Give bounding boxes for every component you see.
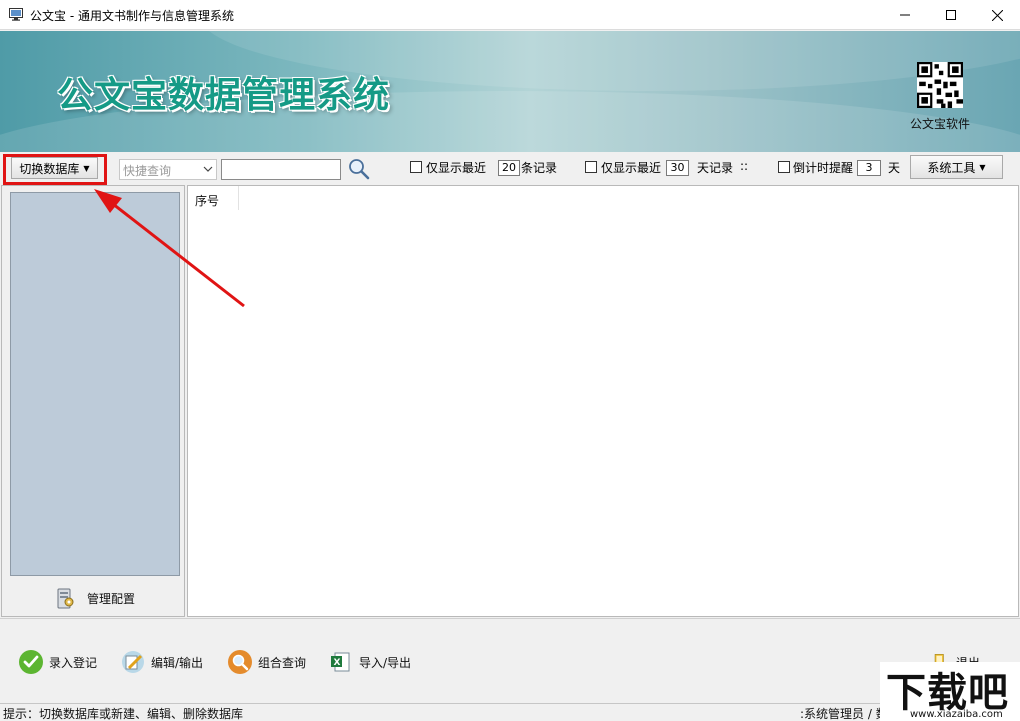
recent-days-unit: 天记录 [697,159,733,176]
qr-label: 公文宝软件 [910,115,970,132]
combo-query-button[interactable]: 组合查询 [227,649,306,675]
quick-query-placeholder: 快捷查询 [123,162,171,179]
recent-count-unit: 条记录 [521,159,557,176]
excel-icon: X [328,649,354,675]
recent-count-input[interactable]: 20 [498,160,520,176]
qr-code-icon [917,62,963,108]
watermark-url: www.xiazaiba.com [910,709,1003,720]
edit-output-label: 编辑/输出 [151,654,203,671]
countdown-unit: 天 [888,159,900,176]
toolbar: 切换数据库 ▼ 快捷查询 仅显示最近 20 条记录 仅显示最近 30 天记录 :… [0,152,1020,184]
recent-days-input[interactable]: 30 [666,160,689,176]
system-tools-label: 系统工具 [927,159,975,176]
window-title: 公文宝 - 通用文书制作与信息管理系统 [30,7,234,24]
edit-output-button[interactable]: 编辑/输出 [120,649,203,675]
checkmark-icon [18,649,44,675]
monitor-icon [9,8,23,21]
database-tree[interactable] [10,192,180,576]
countdown-reminder-checkbox[interactable] [778,161,790,173]
chevron-down-icon [203,164,213,174]
show-recent-days-checkbox[interactable] [585,161,597,173]
caret-down-icon: ▼ [979,163,985,172]
countdown-reminder-label: 倒计时提醒 [793,159,853,176]
status-bar: 提示：切换数据库或新建、编辑、删除数据库 :系统管理员 / 数 [0,703,1020,721]
column-header-index[interactable]: 序号 [188,186,239,210]
show-recent-records-checkbox[interactable] [410,161,422,173]
maximize-icon [946,10,956,20]
show-recent-days-label: 仅显示最近 [601,159,661,176]
column-header-label: 序号 [195,192,219,209]
records-table[interactable]: 序号 [187,185,1019,617]
minimize-button[interactable] [882,0,928,30]
database-panel: 管理配置 [1,185,185,617]
status-tip: 提示：切换数据库或新建、编辑、删除数据库 [3,705,243,721]
close-icon [992,10,1003,21]
annotation-highlight-box [3,154,107,185]
status-user: :系统管理员 / 数 [800,705,880,721]
config-server-icon[interactable] [54,586,76,610]
system-name: 公文宝数据管理系统 [57,66,390,118]
register-label: 录入登记 [49,654,97,671]
svg-text:X: X [334,658,341,668]
countdown-days-input[interactable]: 3 [857,160,881,176]
system-tools-button[interactable]: 系统工具 ▼ [910,155,1003,179]
search-input[interactable] [221,159,341,180]
search-icon[interactable] [347,157,371,181]
import-export-button[interactable]: X 导入/导出 [328,649,411,675]
show-recent-records-label: 仅显示最近 [426,159,486,176]
combo-query-label: 组合查询 [258,654,306,671]
register-button[interactable]: 录入登记 [18,649,97,675]
maximize-button[interactable] [928,0,974,30]
toolbar-separator: :: [740,159,748,173]
action-bar: 录入登记 编辑/输出 组合查询 X 导入/导出 退出 [0,618,1020,703]
header-banner: 公文宝数据管理系统 公文宝软件 [0,31,1020,152]
window-titlebar: 公文宝 - 通用文书制作与信息管理系统 [0,0,1020,30]
edit-icon [120,649,146,675]
site-watermark: 下载吧 www.xiazaiba.com [880,662,1020,721]
quick-query-select[interactable]: 快捷查询 [119,159,217,180]
manage-config-label[interactable]: 管理配置 [87,590,135,607]
magnifier-icon [227,649,253,675]
close-button[interactable] [974,0,1020,30]
import-export-label: 导入/导出 [359,654,411,671]
minimize-icon [900,10,910,20]
